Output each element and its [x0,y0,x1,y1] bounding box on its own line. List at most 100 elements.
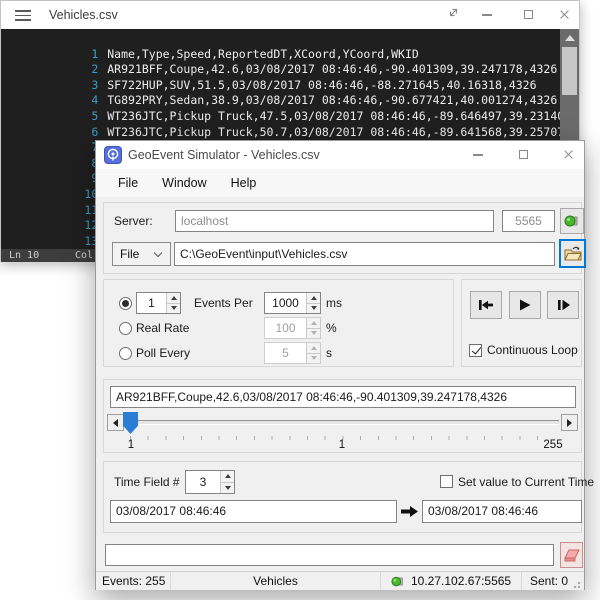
step-button[interactable] [547,291,579,319]
rate-group: 1 Events Per 1000 ms Real Rate 100 % Pol… [103,279,454,367]
scroll-up-icon[interactable] [565,35,575,41]
spin-down-icon[interactable] [167,303,180,314]
connection-status-icon [564,214,580,228]
spin-down-icon [307,328,320,339]
connection-status-icon [391,575,405,588]
menu-item[interactable]: Window [158,176,210,190]
set-current-time-checkbox[interactable] [440,475,453,488]
dataset-pane: Vehicles [171,572,381,590]
record-group: AR921BFF,Coupe,42.6,03/08/2017 08:46:46,… [103,379,582,453]
arrow-right-icon [400,504,419,519]
events-count-pane: Events: 255 [96,572,171,590]
browse-file-button[interactable] [559,239,586,268]
cursor-col-indicator: Col [75,249,93,262]
line-text: AR921BFF,Coupe,42.6,03/08/2017 08:46:46,… [107,62,557,76]
playback-group: Continuous Loop [461,279,582,367]
line-number: 1 [70,47,98,63]
real-rate-label: Real Rate [136,321,189,335]
simulator-close-button[interactable] [554,145,582,165]
spin-down-icon[interactable] [221,482,234,494]
line-number: 5 [70,109,98,125]
poll-every-radio[interactable] [119,347,132,360]
file-path-input[interactable]: C:\GeoEvent\input\Vehicles.csv [174,242,555,266]
arrow-left-icon [113,419,118,427]
spin-down-icon[interactable] [307,303,320,314]
real-rate-spinner: 100 [264,317,321,339]
editor-minimize-button[interactable] [473,5,501,25]
time-to-field[interactable]: 03/08/2017 08:46:46 [422,500,582,523]
line-text: TG892PRY,Sedan,38.9,03/08/2017 08:46:46,… [107,93,557,107]
real-rate-radio[interactable] [119,322,132,335]
port-input[interactable]: 5565 [502,210,555,232]
clear-button[interactable] [560,542,583,568]
spin-up-icon [307,343,320,353]
poll-every-label: Poll Every [136,346,190,360]
poll-unit-label: s [326,346,332,360]
menu-bar: File Window Help [96,169,584,197]
arrow-right-icon [567,419,572,427]
line-text: SF722HUP,SUV,51.5,03/08/2017 08:46:46,-8… [107,78,536,92]
close-icon [559,9,570,20]
menu-item[interactable]: Help [227,176,261,190]
spin-up-icon[interactable] [221,471,234,482]
line-text: WT236JTC,Pickup Truck,50.7,03/08/2017 08… [107,125,579,139]
source-type-dropdown[interactable]: File [112,242,171,266]
server-input[interactable]: localhost [175,210,494,232]
continuous-loop-checkbox[interactable] [469,344,482,357]
restart-button[interactable] [470,291,502,319]
slider-thumb[interactable] [123,412,138,434]
line-text: Name,Type,Speed,ReportedDT,XCoord,YCoord… [107,47,419,61]
scrollbar-thumb[interactable] [562,47,577,95]
spin-down-icon [307,353,320,364]
menu-item[interactable]: File [114,176,142,190]
skip-to-start-icon [477,298,495,312]
line-number: 3 [70,78,98,94]
minimize-icon [482,14,492,16]
eraser-icon [564,549,580,562]
real-rate-unit-label: % [326,321,337,335]
editor-close-button[interactable] [550,5,578,25]
slider-mid-label: 1 [334,439,350,451]
simulator-titlebar[interactable]: GeoEvent Simulator - Vehicles.csv [96,141,584,169]
editor-window-title: Vehicles.csv [49,1,118,29]
maximize-icon [524,10,533,19]
resize-grip[interactable] [573,579,582,588]
slider-max-label: 255 [537,439,569,451]
line-number: 2 [70,62,98,78]
spin-up-icon[interactable] [167,293,180,303]
line-number: 6 [70,125,98,141]
minimize-icon [473,154,483,156]
editor-maximize-button[interactable] [514,5,542,25]
slider-right-button[interactable] [561,414,578,431]
diagonal-expand-icon [447,6,460,19]
simulator-statusbar: Events: 255 Vehicles 10.27.102.67:5565 S… [96,571,584,590]
events-per-radio[interactable] [119,297,132,310]
simulator-maximize-button[interactable] [509,145,537,165]
csv-line: 1Name,Type,Speed,ReportedDT,XCoord,YCoor… [1,31,579,47]
play-icon [518,298,532,312]
editor-titlebar[interactable]: Vehicles.csv [1,1,579,29]
slider-left-button[interactable] [107,414,124,431]
simulator-window-title: GeoEvent Simulator - Vehicles.csv [128,141,320,169]
event-count-spinner[interactable]: 1 [136,292,181,314]
play-button[interactable] [509,291,541,319]
editor-expand-button[interactable] [439,5,467,25]
interval-spinner[interactable]: 1000 [264,292,321,314]
spin-up-icon [307,318,320,328]
chevron-down-icon [154,249,162,257]
events-per-label: Events Per [194,296,253,310]
spin-up-icon[interactable] [307,293,320,303]
desktop: Vehicles.csv 1Name,Type,Speed,ReportedDT… [0,0,600,600]
connect-button[interactable] [560,208,584,234]
step-forward-icon [555,298,571,312]
maximize-icon [519,150,528,159]
geoevent-app-icon [104,146,122,164]
time-field-spinner[interactable]: 3 [185,470,235,494]
time-from-field[interactable]: 03/08/2017 08:46:46 [110,500,397,523]
current-record-field[interactable]: AR921BFF,Coupe,42.6,03/08/2017 08:46:46,… [110,386,576,408]
server-label: Server: [114,214,153,228]
simulator-minimize-button[interactable] [464,145,492,165]
time-field-label: Time Field # [114,475,180,489]
slider-track[interactable] [125,420,559,425]
hamburger-menu-icon[interactable] [15,10,31,21]
